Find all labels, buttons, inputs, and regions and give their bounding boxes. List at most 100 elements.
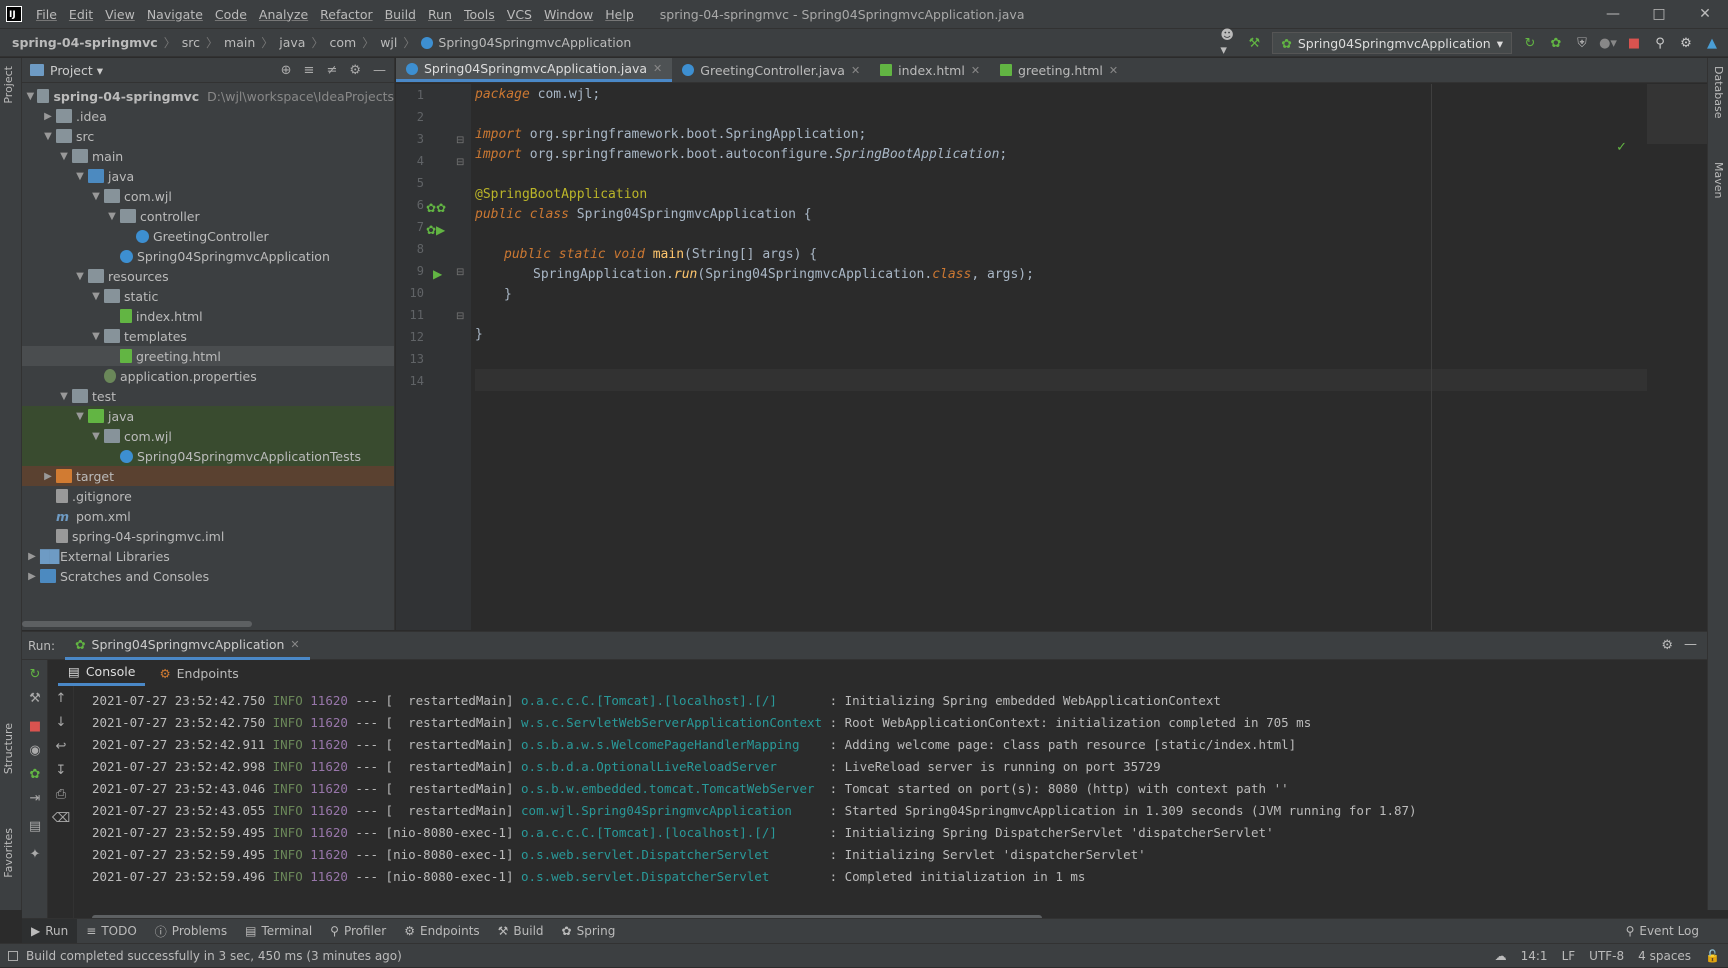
- tree-item[interactable]: ▼ test: [22, 386, 394, 406]
- breadcrumb-item[interactable]: spring-04-springmvc: [12, 35, 158, 50]
- close-icon[interactable]: ✕: [1682, 0, 1728, 28]
- tree-item[interactable]: Spring04SpringmvcApplication: [22, 246, 394, 266]
- pin-icon[interactable]: ✦: [27, 846, 43, 862]
- menu-refactor[interactable]: Refactor: [314, 7, 378, 22]
- tool-tab-terminal[interactable]: ▤ Terminal: [236, 919, 321, 944]
- menu-file[interactable]: File: [30, 7, 63, 22]
- chevron-down-icon[interactable]: ▼: [88, 291, 104, 302]
- chevron-down-icon[interactable]: ▼: [88, 331, 104, 342]
- breadcrumb-item[interactable]: java: [279, 35, 305, 50]
- breadcrumb-item[interactable]: src: [182, 35, 200, 50]
- chevron-right-icon[interactable]: ▶: [24, 551, 40, 562]
- tree-item[interactable]: ▼ main: [22, 146, 394, 166]
- tool-tab-database[interactable]: Database: [1712, 66, 1725, 119]
- tool-tab-structure[interactable]: Structure: [2, 723, 15, 774]
- arrow-up-icon[interactable]: ↑: [53, 690, 69, 706]
- minimap[interactable]: [1647, 84, 1707, 144]
- gear-icon[interactable]: ⚙: [1678, 35, 1694, 51]
- indent-setting[interactable]: 4 spaces: [1638, 949, 1691, 963]
- hide-icon[interactable]: —: [1684, 637, 1697, 652]
- tool-tab-endpoints[interactable]: ⚙ Endpoints: [395, 919, 488, 944]
- status-message[interactable]: Build completed successfully in 3 sec, 4…: [26, 949, 402, 963]
- run-gutter-icon[interactable]: ✿▶: [426, 223, 445, 237]
- tree-item[interactable]: application.properties: [22, 366, 394, 386]
- breadcrumb-item[interactable]: wjl: [380, 35, 397, 50]
- tree-item[interactable]: ▶ target: [22, 466, 394, 486]
- tree-item[interactable]: greeting.html: [22, 346, 394, 366]
- fold-icon[interactable]: ⊟: [456, 157, 464, 168]
- menu-code[interactable]: Code: [209, 7, 253, 22]
- chevron-down-icon[interactable]: ▼: [56, 151, 72, 162]
- run-tab[interactable]: ✿ Spring04SpringmvcApplication ✕: [65, 632, 310, 660]
- maximize-icon[interactable]: □: [1636, 0, 1682, 28]
- close-icon[interactable]: ✕: [290, 638, 299, 651]
- cursor-position[interactable]: 14:1: [1521, 949, 1548, 963]
- tool-tab-todo[interactable]: ≡ TODO: [77, 919, 146, 944]
- expand-all-icon[interactable]: ≡: [304, 63, 315, 78]
- close-icon[interactable]: ✕: [1109, 64, 1118, 77]
- power-save-icon[interactable]: ☁: [1495, 949, 1507, 963]
- minimize-icon[interactable]: —: [1590, 0, 1636, 28]
- chevron-down-icon[interactable]: ▼: [88, 431, 104, 442]
- tab-greetingcontroller[interactable]: GreetingController.java ✕: [672, 58, 870, 82]
- toolbox-icon[interactable]: ▲: [1704, 35, 1720, 51]
- collapse-all-icon[interactable]: ≠: [326, 63, 337, 78]
- exit-icon[interactable]: ⇥: [27, 790, 43, 806]
- chevron-down-icon[interactable]: ▼: [24, 91, 37, 102]
- tool-tab-run[interactable]: ▶ Run: [22, 918, 78, 944]
- tool-tab-spring[interactable]: ✿ Spring: [553, 919, 625, 944]
- fold-icon[interactable]: ⊟: [456, 311, 464, 322]
- menu-vcs[interactable]: VCS: [501, 7, 538, 22]
- tool-tab-project[interactable]: Project: [2, 66, 15, 104]
- tree-item[interactable]: ▼ templates: [22, 326, 394, 346]
- tab-index-html[interactable]: index.html ✕: [870, 58, 990, 82]
- user-icon[interactable]: ☻▾: [1220, 28, 1236, 58]
- chevron-down-icon[interactable]: ▼: [72, 411, 88, 422]
- scroll-to-end-icon[interactable]: ↧: [53, 762, 69, 778]
- tree-item[interactable]: ▼ src: [22, 126, 394, 146]
- menu-tools[interactable]: Tools: [458, 7, 501, 22]
- close-icon[interactable]: ✕: [653, 62, 662, 75]
- tree-item[interactable]: ▼ resources: [22, 266, 394, 286]
- locate-icon[interactable]: ⊕: [281, 63, 292, 78]
- gear-icon[interactable]: ⚙: [349, 63, 361, 78]
- rerun-icon[interactable]: ↻: [27, 666, 43, 682]
- tree-item[interactable]: ▶ ██ External Libraries: [22, 546, 394, 566]
- fold-icon[interactable]: ⊟: [456, 135, 464, 146]
- tree-item[interactable]: ▼ java: [22, 406, 394, 426]
- tree-item[interactable]: ▼ com.wjl: [22, 426, 394, 446]
- chevron-down-icon[interactable]: ▼: [72, 271, 88, 282]
- run-gutter-icon[interactable]: ▶: [433, 267, 442, 281]
- tree-item[interactable]: GreetingController: [22, 226, 394, 246]
- tool-tab-profiler[interactable]: ⚲ Profiler: [321, 919, 395, 944]
- line-separator[interactable]: LF: [1562, 949, 1576, 963]
- tool-tab-maven[interactable]: Maven: [1712, 162, 1725, 198]
- layout-icon[interactable]: ▤: [27, 818, 43, 834]
- tree-item[interactable]: index.html: [22, 306, 394, 326]
- tool-tab-event-log[interactable]: ⚲ Event Log: [1617, 919, 1708, 944]
- chevron-right-icon[interactable]: ▶: [40, 111, 56, 122]
- chevron-right-icon[interactable]: ▶: [40, 471, 56, 482]
- project-view-select[interactable]: Project ▾: [50, 63, 103, 78]
- tree-item[interactable]: ▼ spring-04-springmvc D:\wjl\workspace\Ide…: [22, 86, 394, 106]
- debug-icon[interactable]: ✿: [27, 766, 43, 782]
- menu-run[interactable]: Run: [422, 7, 458, 22]
- console-output[interactable]: 2021-07-27 23:52:42.750 INFO 11620 --- […: [92, 690, 1687, 890]
- hide-icon[interactable]: —: [373, 63, 386, 78]
- hammer-icon[interactable]: ⚒: [1246, 35, 1262, 51]
- close-icon[interactable]: ✕: [851, 64, 860, 77]
- wrench-icon[interactable]: ⚒: [27, 690, 43, 706]
- close-icon[interactable]: ✕: [971, 64, 980, 77]
- soft-wrap-icon[interactable]: ↩: [53, 738, 69, 754]
- tree-item[interactable]: ▼ com.wjl: [22, 186, 394, 206]
- coverage-icon[interactable]: ⛨: [1574, 35, 1590, 51]
- lock-icon[interactable]: 🔓: [1705, 949, 1720, 963]
- print-icon[interactable]: ⎙: [53, 786, 69, 802]
- debug-icon[interactable]: ✿: [1548, 35, 1564, 51]
- menu-help[interactable]: Help: [599, 7, 640, 22]
- code-area[interactable]: package com.wjl; import org.springframew…: [475, 84, 1707, 630]
- tree-item[interactable]: ▼ controller: [22, 206, 394, 226]
- tab-greeting-html[interactable]: greeting.html ✕: [990, 58, 1128, 82]
- chevron-down-icon[interactable]: ▼: [104, 211, 120, 222]
- menu-window[interactable]: Window: [538, 7, 599, 22]
